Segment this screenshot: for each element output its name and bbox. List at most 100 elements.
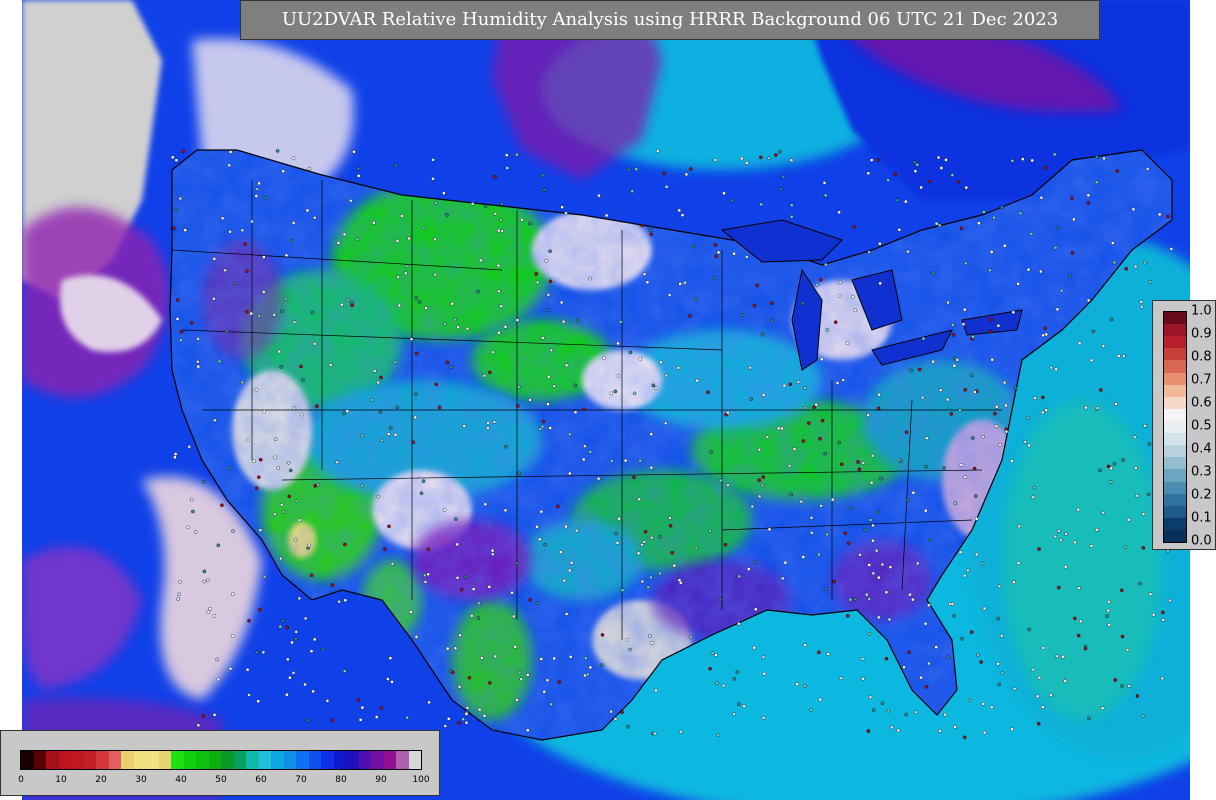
station-dot: [818, 436, 822, 441]
station-dot: [807, 421, 811, 425]
humidity-swatch-28: [371, 751, 384, 769]
station-dot: [255, 187, 260, 191]
station-dot: [1012, 580, 1016, 585]
station-dot: [721, 683, 726, 688]
station-dot: [276, 466, 281, 471]
station-dot: [976, 653, 980, 657]
station-dot: [539, 509, 544, 514]
station-dot: [567, 432, 572, 437]
station-dot: [261, 290, 266, 294]
station-dot: [1021, 157, 1025, 161]
station-dot: [376, 380, 380, 385]
station-dot: [780, 426, 784, 431]
station-dot: [1111, 241, 1115, 245]
station-dot: [1043, 326, 1047, 330]
station-dot: [908, 592, 912, 597]
station-dot: [433, 237, 437, 242]
station-dot: [1107, 599, 1111, 604]
station-dot: [470, 202, 475, 206]
station-dot: [917, 367, 922, 372]
station-dot: [874, 548, 879, 553]
station-dot: [672, 563, 677, 568]
increment-swatch-14: [1164, 481, 1186, 494]
station-dot: [759, 202, 764, 207]
station-dot: [637, 497, 641, 502]
station-dot: [376, 494, 381, 499]
station-dot: [479, 656, 484, 660]
station-dot: [620, 710, 624, 714]
station-dot: [825, 532, 829, 537]
increment-swatch-6: [1164, 384, 1186, 397]
station-dot: [503, 508, 508, 513]
station-dot: [1029, 232, 1034, 236]
station-dot: [1077, 586, 1081, 591]
station-dot: [342, 411, 346, 416]
station-dot: [618, 320, 623, 324]
station-dot: [691, 244, 696, 249]
station-dot: [1101, 510, 1105, 515]
station-dot: [1140, 714, 1145, 719]
station-dot: [395, 405, 400, 410]
station-dot: [911, 490, 916, 495]
station-dot: [757, 494, 762, 499]
station-dot: [1086, 193, 1091, 197]
humidity-swatch-13: [183, 751, 196, 769]
station-dot: [952, 614, 957, 618]
station-dot: [478, 258, 483, 263]
station-dot: [254, 486, 259, 491]
station-dot: [1121, 458, 1125, 462]
station-dot: [1049, 693, 1053, 697]
station-dot: [1055, 307, 1060, 312]
station-dot: [240, 380, 245, 385]
station-dot: [537, 537, 542, 542]
station-dot: [263, 195, 267, 200]
station-dot: [944, 158, 948, 162]
station-dot: [487, 585, 492, 589]
station-dot: [1123, 545, 1128, 550]
station-dot: [193, 530, 198, 534]
station-dot: [535, 280, 540, 285]
station-dot: [348, 198, 353, 203]
humidity-swatch-26: [346, 751, 359, 769]
humidity-swatch-2: [46, 751, 59, 769]
station-dot: [749, 397, 754, 401]
station-dot: [256, 699, 260, 704]
station-dot: [275, 149, 280, 153]
station-dot: [225, 329, 229, 334]
station-dot: [350, 300, 354, 305]
station-dot: [973, 390, 977, 394]
station-dot: [867, 563, 872, 567]
station-dot: [664, 185, 669, 189]
vtick-0.6: 0.6: [1191, 395, 1212, 411]
humidity-swatch-30: [396, 751, 409, 769]
station-dot: [1031, 667, 1036, 672]
station-dot: [792, 447, 797, 451]
station-dot: [616, 373, 621, 378]
station-dot: [258, 607, 262, 612]
station-dot: [716, 733, 721, 737]
station-dot: [1114, 402, 1118, 406]
station-dot: [722, 191, 726, 196]
station-dot: [503, 324, 508, 329]
station-dot: [809, 516, 814, 520]
station-dot: [250, 219, 254, 224]
station-dot: [212, 296, 216, 301]
station-dot: [543, 542, 548, 547]
station-dot: [609, 709, 614, 714]
station-dot: [761, 655, 766, 660]
station-dot: [896, 728, 901, 733]
vtick-0.8: 0.8: [1191, 349, 1212, 365]
station-dot: [549, 702, 553, 707]
station-dot: [887, 617, 892, 622]
station-dot: [761, 393, 766, 397]
station-dot: [390, 680, 394, 684]
station-dot: [486, 421, 490, 425]
station-dot: [457, 721, 461, 725]
station-dot: [281, 169, 285, 174]
increment-swatch-18: [1164, 529, 1186, 543]
station-dot: [640, 542, 644, 547]
station-dot: [1041, 333, 1045, 338]
station-dot: [431, 176, 435, 181]
station-dot: [884, 590, 889, 595]
station-dot: [528, 598, 533, 602]
